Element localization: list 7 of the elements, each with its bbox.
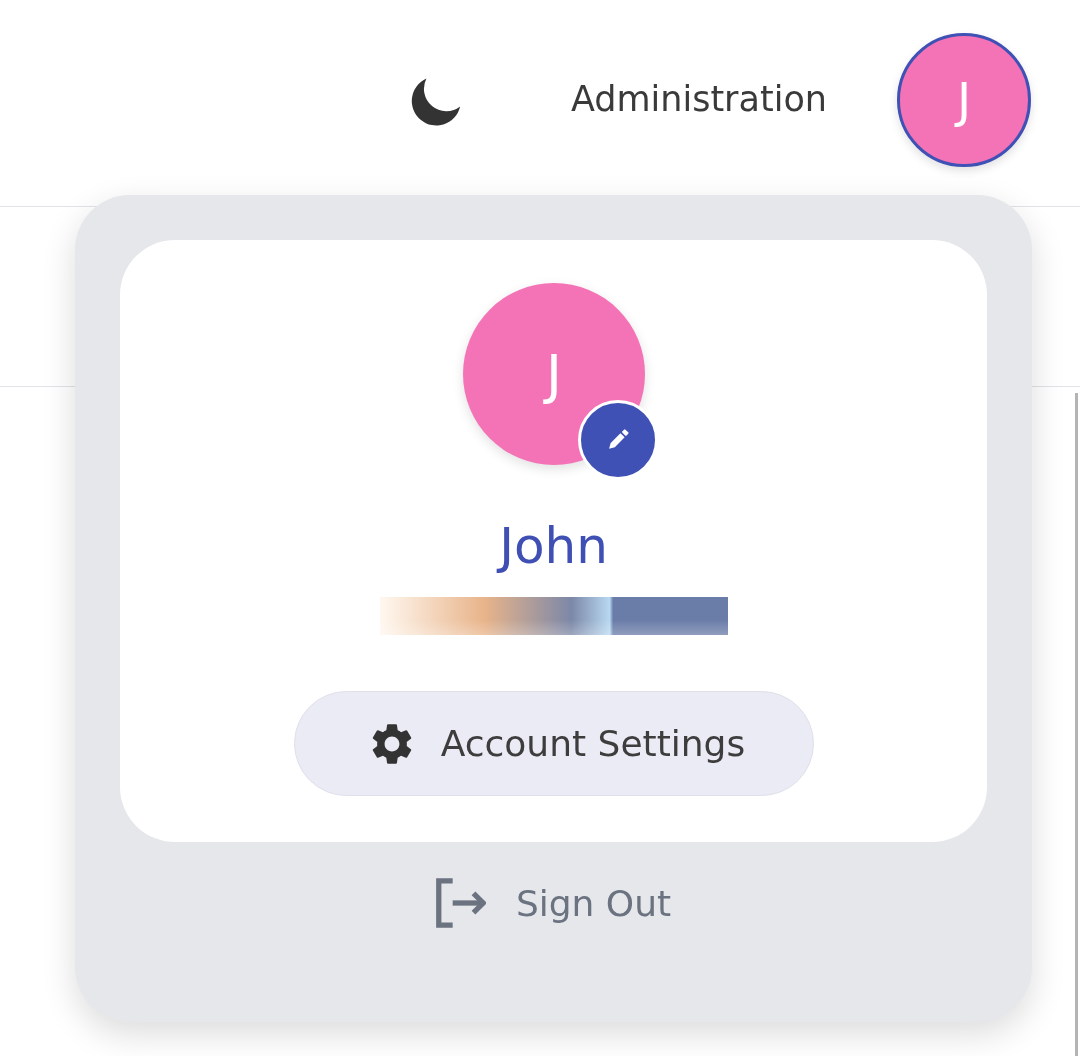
pencil-icon	[607, 429, 629, 451]
dark-mode-moon-icon[interactable]	[410, 78, 461, 126]
sign-out-button[interactable]: Sign Out	[435, 878, 672, 928]
gear-icon	[371, 723, 412, 764]
sign-out-icon	[435, 878, 486, 928]
account-settings-button[interactable]: Account Settings	[293, 691, 814, 796]
administration-link[interactable]: Administration	[570, 77, 827, 121]
